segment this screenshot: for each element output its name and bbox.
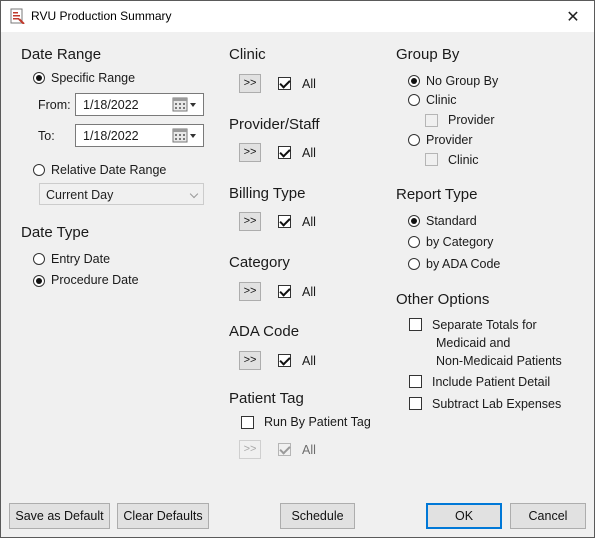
group-by-provider-clinic-label: Clinic xyxy=(448,153,479,167)
patient-tag-heading: Patient Tag xyxy=(229,390,304,407)
report-by-category-label: by Category xyxy=(426,235,494,249)
window-title: RVU Production Summary xyxy=(31,9,172,23)
specific-range-radio[interactable] xyxy=(33,72,45,84)
report-by-ada-code-label: by ADA Code xyxy=(426,257,501,271)
report-standard-radio[interactable] xyxy=(408,215,420,227)
from-date-field[interactable]: 1/18/2022 xyxy=(75,93,204,116)
from-label: From: xyxy=(38,98,71,112)
report-type-heading: Report Type xyxy=(396,186,478,203)
provider-staff-all-label: All xyxy=(302,146,316,160)
subtract-lab-expenses-label: Subtract Lab Expenses xyxy=(432,397,562,411)
calendar-icon xyxy=(172,128,196,143)
group-by-provider-radio[interactable] xyxy=(408,134,420,146)
run-by-patient-tag-checkbox[interactable] xyxy=(241,416,254,429)
group-by-heading: Group By xyxy=(396,46,460,63)
patient-tag-all-checkbox[interactable] xyxy=(278,443,291,456)
patient-tag-picker-button[interactable]: >> xyxy=(239,440,261,459)
relative-range-select[interactable]: Current Day xyxy=(39,183,204,205)
relative-range-value: Current Day xyxy=(46,188,114,202)
date-range-heading: Date Range xyxy=(21,46,102,63)
billing-type-heading: Billing Type xyxy=(229,185,306,202)
specific-range-label: Specific Range xyxy=(51,71,136,85)
category-all-label: All xyxy=(302,285,316,299)
to-label: To: xyxy=(38,129,55,143)
entry-date-label: Entry Date xyxy=(51,252,111,266)
relative-range-radio[interactable] xyxy=(33,164,45,176)
category-heading: Category xyxy=(229,254,290,271)
save-as-default-button[interactable]: Save as Default xyxy=(9,503,110,529)
close-button[interactable]: ✕ xyxy=(552,1,594,32)
no-group-by-label: No Group By xyxy=(426,74,499,88)
procedure-date-label: Procedure Date xyxy=(51,273,139,287)
provider-staff-all-checkbox[interactable] xyxy=(278,146,291,159)
billing-type-picker-button[interactable]: >> xyxy=(239,212,261,231)
ada-code-all-label: All xyxy=(302,354,316,368)
clear-defaults-button[interactable]: Clear Defaults xyxy=(117,503,209,529)
calendar-icon xyxy=(172,97,196,112)
to-date-field[interactable]: 1/18/2022 xyxy=(75,124,204,147)
to-date-value: 1/18/2022 xyxy=(83,129,139,143)
separate-totals-label-line2: Medicaid and xyxy=(436,336,511,350)
entry-date-radio[interactable] xyxy=(33,253,45,265)
ada-code-picker-button[interactable]: >> xyxy=(239,351,261,370)
relative-range-label: Relative Date Range xyxy=(51,163,167,177)
billing-type-all-label: All xyxy=(302,215,316,229)
clinic-heading: Clinic xyxy=(229,46,266,63)
no-group-by-radio[interactable] xyxy=(408,75,420,87)
other-options-heading: Other Options xyxy=(396,291,490,308)
date-type-heading: Date Type xyxy=(21,224,90,241)
clinic-all-checkbox[interactable] xyxy=(278,77,291,90)
include-patient-detail-checkbox[interactable] xyxy=(409,375,422,388)
title-bar: RVU Production Summary ✕ xyxy=(1,1,594,32)
group-by-clinic-label: Clinic xyxy=(426,93,457,107)
run-by-patient-tag-label: Run By Patient Tag xyxy=(264,415,371,429)
patient-tag-all-label: All xyxy=(302,443,316,457)
group-by-provider-clinic-checkbox[interactable] xyxy=(425,153,438,166)
from-date-value: 1/18/2022 xyxy=(83,98,139,112)
close-icon: ✕ xyxy=(566,8,580,26)
report-by-category-radio[interactable] xyxy=(408,236,420,248)
separate-totals-label-line3: Non-Medicaid Patients xyxy=(436,354,562,368)
ok-button[interactable]: OK xyxy=(426,503,502,529)
cancel-button[interactable]: Cancel xyxy=(510,503,586,529)
report-standard-label: Standard xyxy=(426,214,477,228)
chevron-down-icon xyxy=(189,189,199,199)
separate-totals-label-line1: Separate Totals for xyxy=(432,318,537,332)
billing-type-all-checkbox[interactable] xyxy=(278,215,291,228)
clinic-all-label: All xyxy=(302,77,316,91)
category-picker-button[interactable]: >> xyxy=(239,282,261,301)
provider-staff-picker-button[interactable]: >> xyxy=(239,143,261,162)
from-date-dropdown[interactable] xyxy=(167,94,203,115)
schedule-button[interactable]: Schedule xyxy=(280,503,355,529)
clinic-picker-button[interactable]: >> xyxy=(239,74,261,93)
group-by-clinic-provider-label: Provider xyxy=(448,113,495,127)
separate-totals-checkbox[interactable] xyxy=(409,318,422,331)
report-icon xyxy=(10,8,25,24)
ada-code-all-checkbox[interactable] xyxy=(278,354,291,367)
group-by-provider-label: Provider xyxy=(426,133,473,147)
group-by-clinic-radio[interactable] xyxy=(408,94,420,106)
ada-code-heading: ADA Code xyxy=(229,323,300,340)
group-by-clinic-provider-checkbox[interactable] xyxy=(425,114,438,127)
category-all-checkbox[interactable] xyxy=(278,285,291,298)
include-patient-detail-label: Include Patient Detail xyxy=(432,375,551,389)
subtract-lab-expenses-checkbox[interactable] xyxy=(409,397,422,410)
report-by-ada-code-radio[interactable] xyxy=(408,258,420,270)
to-date-dropdown[interactable] xyxy=(167,125,203,146)
provider-staff-heading: Provider/Staff xyxy=(229,116,320,133)
rvu-production-summary-dialog: RVU Production Summary ✕ Date Range Spec… xyxy=(0,0,595,538)
procedure-date-radio[interactable] xyxy=(33,275,45,287)
